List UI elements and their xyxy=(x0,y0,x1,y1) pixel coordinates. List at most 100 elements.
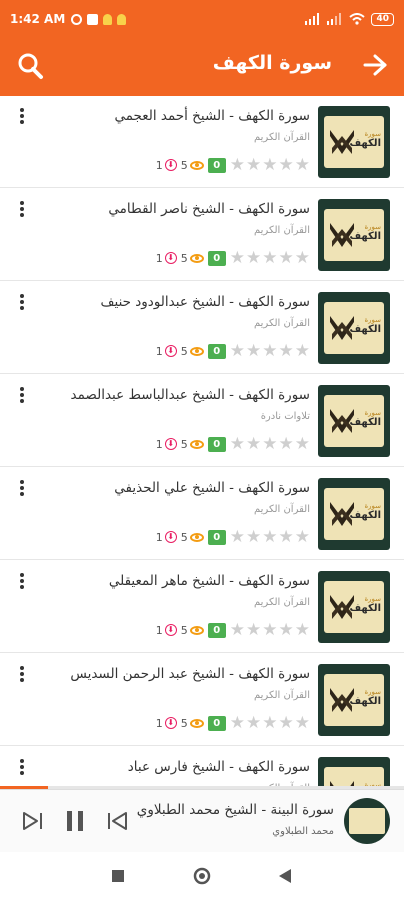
list-item[interactable]: سورة الكهف سورة الكهف - الشيخ علي الحذيفي… xyxy=(0,468,404,560)
back-button[interactable] xyxy=(278,868,292,884)
star-icon[interactable]: ★ xyxy=(246,249,261,267)
recitation-cover: سورةالكهف xyxy=(318,106,390,178)
list-item[interactable]: سورة الكهف سورة الكهف - الشيخ ماهر المعيق… xyxy=(0,561,404,653)
status-notification-icons xyxy=(71,13,127,25)
star-icon[interactable]: ★ xyxy=(279,621,294,639)
home-button[interactable] xyxy=(192,866,212,886)
recitation-category: القرآن الكريم xyxy=(253,597,310,608)
more-vertical-icon[interactable] xyxy=(12,757,32,779)
more-vertical-icon[interactable] xyxy=(12,478,32,500)
star-icon[interactable]: ★ xyxy=(246,621,261,639)
search-icon[interactable] xyxy=(14,50,46,82)
wifi-icon xyxy=(349,13,366,25)
star-icon[interactable]: ★ xyxy=(246,528,261,546)
more-vertical-icon[interactable] xyxy=(12,292,32,314)
download-icon: ⬇ xyxy=(164,159,177,171)
star-icon[interactable]: ★ xyxy=(262,156,277,174)
star-icon[interactable]: ★ xyxy=(246,435,261,453)
star-icon[interactable]: ★ xyxy=(295,435,310,453)
mini-player[interactable]: سورة البينة - الشيخ محمد الطبلاوي محمد ا… xyxy=(0,789,404,852)
rating-stars[interactable]: ★ ★ ★ ★ ★ xyxy=(230,249,310,267)
star-icon[interactable]: ★ xyxy=(295,156,310,174)
more-vertical-icon[interactable] xyxy=(12,199,32,221)
star-icon[interactable]: ★ xyxy=(246,714,261,732)
list-item[interactable]: سورة الكهف سورة الكهف - الشيخ عبدالباسط ع… xyxy=(0,375,404,467)
list-item[interactable]: سورة الكهف سورة الكهف - الشيخ أحمد العجمي… xyxy=(0,96,404,188)
pause-icon[interactable] xyxy=(62,808,88,834)
star-icon[interactable]: ★ xyxy=(246,156,261,174)
player-cover xyxy=(344,798,390,844)
rating-stars[interactable]: ★ ★ ★ ★ ★ xyxy=(230,621,310,639)
cover-card: سورةالكهف xyxy=(324,116,384,168)
more-vertical-icon[interactable] xyxy=(12,106,32,128)
rating-badge: 0 xyxy=(207,715,226,731)
more-vertical-icon[interactable] xyxy=(12,571,32,593)
rating-stars[interactable]: ★ ★ ★ ★ ★ xyxy=(230,342,310,360)
recitation-category: القرآن الكريم xyxy=(253,318,310,329)
recitation-meta: 1 ⬇ 5 0 ★ ★ ★ ★ ★ xyxy=(156,435,310,453)
rating-stars[interactable]: ★ ★ ★ ★ ★ xyxy=(230,435,310,453)
recitation-cover: سورةالكهف xyxy=(318,664,390,736)
eye-icon xyxy=(189,439,204,449)
list-item[interactable]: سورة الكهف سورة الكهف - الشيخ عبدالودود ح… xyxy=(0,282,404,374)
star-icon[interactable]: ★ xyxy=(262,249,277,267)
eye-icon xyxy=(189,718,204,728)
rating-badge: 0 xyxy=(207,343,226,359)
star-icon[interactable]: ★ xyxy=(230,528,245,546)
star-icon[interactable]: ★ xyxy=(295,714,310,732)
downloads-count: 1 ⬇ xyxy=(156,252,177,265)
player-cover-card xyxy=(349,808,385,834)
star-icon[interactable]: ★ xyxy=(262,621,277,639)
more-vertical-icon[interactable] xyxy=(12,385,32,407)
download-icon: ⬇ xyxy=(164,717,177,729)
star-icon[interactable]: ★ xyxy=(279,528,294,546)
eye-icon xyxy=(189,532,204,542)
star-icon[interactable]: ★ xyxy=(230,156,245,174)
star-icon[interactable]: ★ xyxy=(295,342,310,360)
rating-stars[interactable]: ★ ★ ★ ★ ★ xyxy=(230,714,310,732)
more-vertical-icon[interactable] xyxy=(12,664,32,686)
views-count: 5 xyxy=(181,531,204,544)
star-icon[interactable]: ★ xyxy=(262,435,277,453)
bell-notification-icon-2 xyxy=(117,13,127,25)
recitation-cover: سورةالكهف xyxy=(318,199,390,271)
star-icon[interactable]: ★ xyxy=(295,621,310,639)
star-icon[interactable]: ★ xyxy=(230,621,245,639)
star-icon[interactable]: ★ xyxy=(230,249,245,267)
star-icon[interactable]: ★ xyxy=(230,435,245,453)
star-icon[interactable]: ★ xyxy=(246,342,261,360)
battery-icon: 40 xyxy=(371,12,394,26)
star-icon[interactable]: ★ xyxy=(279,435,294,453)
star-icon[interactable]: ★ xyxy=(262,528,277,546)
skip-previous-icon[interactable] xyxy=(104,808,130,834)
rating-stars[interactable]: ★ ★ ★ ★ ★ xyxy=(230,528,310,546)
cover-card: سورةالكهف xyxy=(324,395,384,447)
star-icon[interactable]: ★ xyxy=(262,714,277,732)
recitation-meta: 1 ⬇ 5 0 ★ ★ ★ ★ ★ xyxy=(156,156,310,174)
star-icon[interactable]: ★ xyxy=(230,342,245,360)
skip-next-icon[interactable] xyxy=(20,808,46,834)
rating-stars[interactable]: ★ ★ ★ ★ ★ xyxy=(230,156,310,174)
rating-badge: 0 xyxy=(207,250,226,266)
star-icon[interactable]: ★ xyxy=(279,342,294,360)
star-icon[interactable]: ★ xyxy=(279,249,294,267)
star-icon[interactable]: ★ xyxy=(295,528,310,546)
list-item[interactable]: سورةالكهف سورة الكهف - الشيخ فارس عباد ا… xyxy=(0,747,404,786)
list-item[interactable]: سورة الكهف سورة الكهف - الشيخ عبد الرحمن … xyxy=(0,654,404,746)
recitation-meta: 1 ⬇ 5 0 ★ ★ ★ ★ ★ xyxy=(156,342,310,360)
star-icon[interactable]: ★ xyxy=(230,714,245,732)
views-count: 5 xyxy=(181,624,204,637)
star-icon[interactable]: ★ xyxy=(295,249,310,267)
views-count: 5 xyxy=(181,252,204,265)
recitation-list[interactable]: سورة الكهف سورة الكهف - الشيخ أحمد العجمي… xyxy=(0,96,404,786)
list-item[interactable]: سورة الكهف سورة الكهف - الشيخ ناصر القطام… xyxy=(0,189,404,281)
star-icon[interactable]: ★ xyxy=(262,342,277,360)
recitation-title: سورة الكهف - الشيخ عبدالودود حنيف xyxy=(100,294,310,310)
downloads-count: 1 ⬇ xyxy=(156,624,177,637)
star-icon[interactable]: ★ xyxy=(279,714,294,732)
star-icon[interactable]: ★ xyxy=(279,156,294,174)
arrow-right-icon[interactable] xyxy=(360,50,390,80)
recitation-title: سورة الكهف - الشيخ أحمد العجمي xyxy=(114,108,310,124)
recitation-meta: 1 ⬇ 5 0 ★ ★ ★ ★ ★ xyxy=(156,249,310,267)
recents-button[interactable] xyxy=(112,870,124,882)
